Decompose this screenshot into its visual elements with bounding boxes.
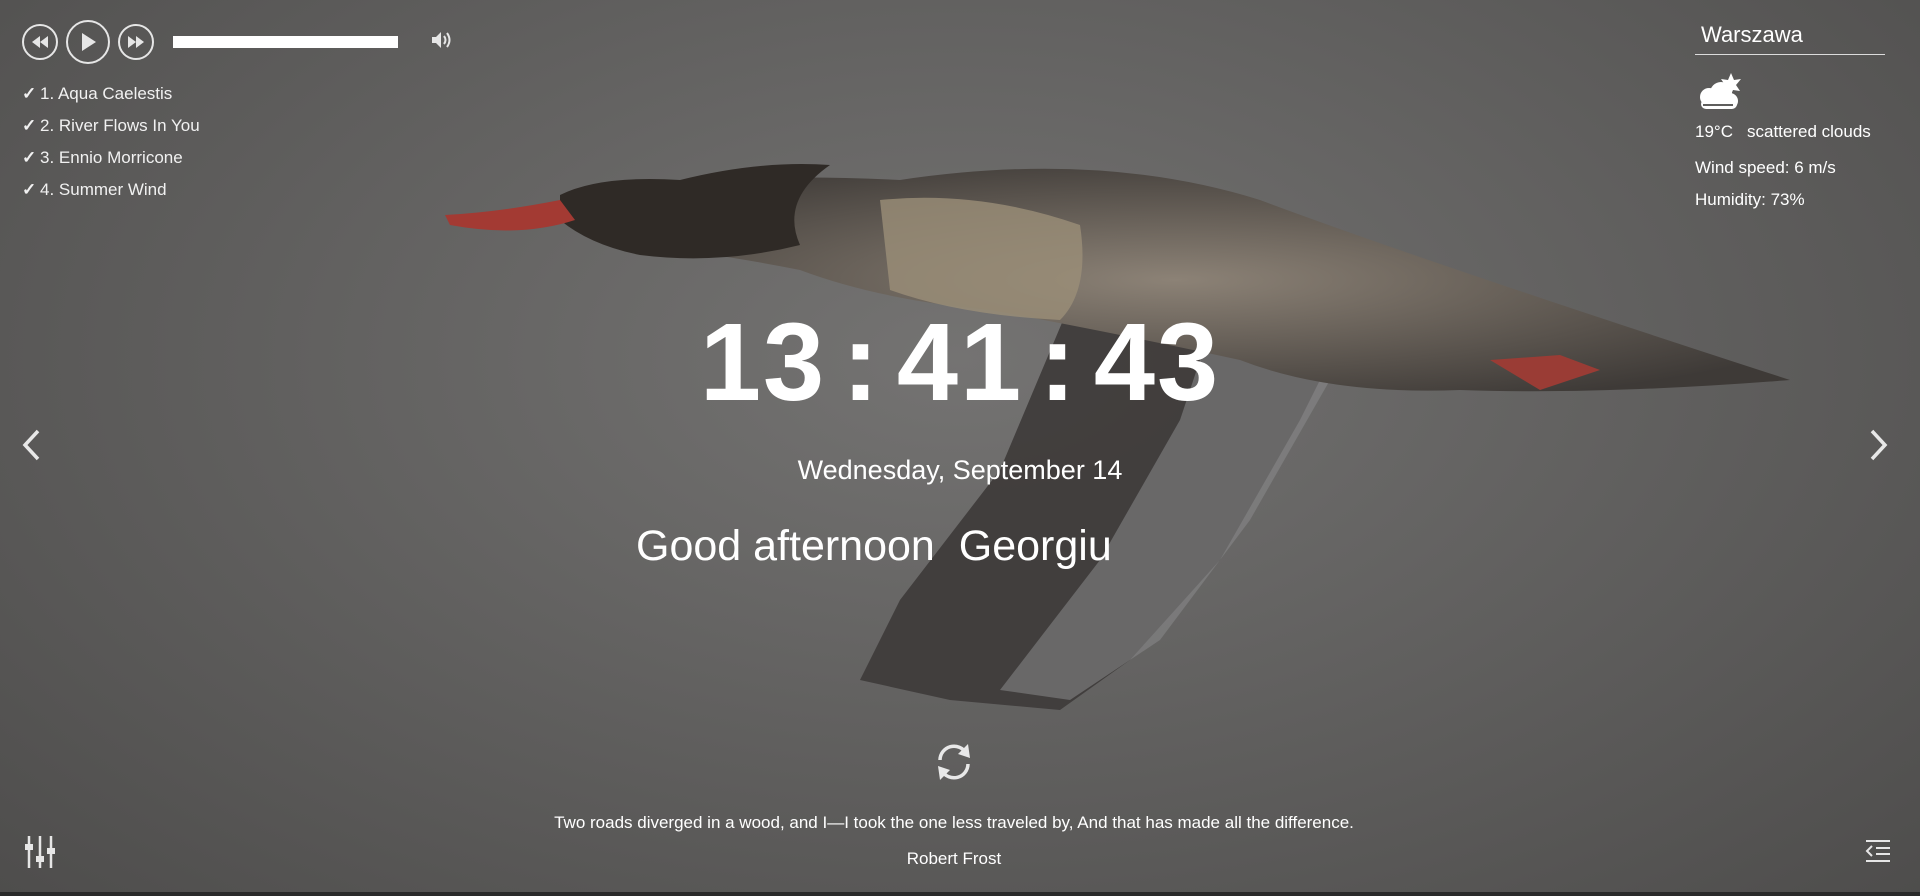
bottom-edge — [0, 892, 1920, 896]
weather-summary: 19°C scattered clouds — [1695, 122, 1885, 142]
volume-icon — [432, 31, 451, 48]
date: Wednesday, September 14 — [797, 455, 1123, 485]
quote-text: Two roads diverged in a wood, and I—I to… — [554, 813, 1354, 832]
playlist-item[interactable]: ✓ 3. Ennio Morricone — [22, 148, 200, 180]
clock-separator: : — [1039, 301, 1078, 424]
greeting: Good afternoon Georgiu — [636, 522, 1112, 571]
playlist-item[interactable]: ✓ 1. Aqua Caelestis — [22, 84, 200, 116]
check-icon: ✓ — [22, 148, 37, 167]
rewind-button[interactable] — [22, 24, 58, 60]
fast-forward-button[interactable] — [118, 24, 154, 60]
user-name[interactable]: Georgiu — [959, 522, 1112, 570]
greeting-text: Good afternoon — [636, 522, 935, 570]
check-icon: ✓ — [22, 116, 37, 135]
weather-description: scattered clouds — [1746, 122, 1871, 141]
play-icon — [82, 33, 96, 51]
track-title: 1. Aqua Caelestis — [40, 84, 173, 103]
progress-bar[interactable] — [173, 36, 398, 48]
volume-button[interactable] — [430, 29, 454, 56]
playlist-item[interactable]: ✓ 2. River Flows In You — [22, 116, 200, 148]
clock-hours: 13 — [699, 301, 827, 424]
check-icon: ✓ — [22, 84, 37, 103]
todo-list-icon[interactable] — [1864, 838, 1892, 864]
playlist-item[interactable]: ✓ 4. Summer Wind — [22, 180, 200, 212]
clock-separator: : — [842, 301, 881, 424]
track-title: 3. Ennio Morricone — [40, 148, 183, 167]
city-input[interactable]: Warszawa — [1695, 20, 1885, 55]
fast-forward-icon — [128, 36, 144, 48]
weather-widget: Warszawa 19°C scattered clouds Wind speed… — [1695, 20, 1885, 210]
next-background-icon[interactable] — [1866, 428, 1890, 462]
playlist: ✓ 1. Aqua Caelestis ✓ 2. River Flows In Yo… — [22, 84, 200, 212]
temperature: 19°C — [1695, 122, 1733, 141]
music-player — [22, 20, 454, 64]
humidity: Humidity: 73% — [1695, 190, 1805, 209]
previous-background-icon[interactable] — [20, 428, 44, 462]
settings-sliders-icon[interactable] — [24, 834, 58, 870]
scattered-clouds-icon — [1695, 71, 1885, 118]
clock: 13:41:43 — [0, 308, 1920, 418]
track-title: 2. River Flows In You — [40, 116, 200, 135]
wind-speed: Wind speed: 6 m/s — [1695, 158, 1836, 177]
clock-seconds: 43 — [1093, 301, 1221, 424]
refresh-quote-icon[interactable] — [932, 740, 976, 784]
clock-minutes: 41 — [896, 301, 1024, 424]
track-title: 4. Summer Wind — [40, 180, 167, 199]
play-button[interactable] — [66, 20, 110, 64]
quote-author: Robert Frost — [906, 849, 1002, 868]
check-icon: ✓ — [22, 180, 37, 199]
rewind-icon — [32, 36, 48, 48]
